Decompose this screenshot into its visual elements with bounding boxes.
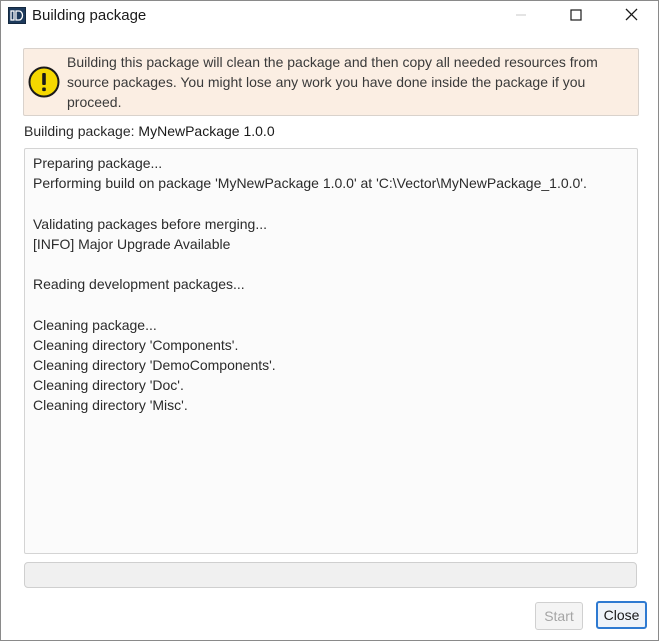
- log-line: Cleaning directory 'Components'.: [33, 336, 239, 353]
- package-label: Building package: MyNewPackage 1.0.0: [24, 123, 275, 139]
- close-icon: [625, 8, 638, 24]
- log-line: Cleaning directory 'DemoComponents'.: [33, 356, 276, 373]
- warning-icon: [28, 66, 60, 98]
- log-line: Cleaning package...: [33, 316, 157, 333]
- log-line: Performing build on package 'MyNewPackag…: [33, 175, 587, 192]
- package-name: MyNewPackage 1.0.0: [138, 123, 275, 139]
- log-line: Cleaning directory 'Doc'.: [33, 377, 184, 394]
- build-package-dialog: Building package Building this package w…: [0, 0, 659, 641]
- maximize-icon: [570, 8, 582, 24]
- warning-line: Building this package will clean the pac…: [67, 54, 598, 70]
- build-progress-bar: [24, 562, 637, 588]
- log-line: Preparing package...: [33, 155, 163, 171]
- minimize-icon: [515, 8, 527, 24]
- warning-line: proceed.: [67, 94, 122, 110]
- maximize-button[interactable]: [553, 1, 599, 31]
- log-line: Reading development packages...: [33, 276, 245, 293]
- start-button[interactable]: Start: [535, 602, 583, 630]
- log-line: [INFO] Major Upgrade Available: [33, 235, 231, 252]
- close-button[interactable]: Close: [596, 601, 647, 629]
- log-line: Validating packages before merging...: [33, 215, 267, 232]
- log-lines: Preparing package... Performing build on…: [33, 153, 631, 415]
- window-close-button[interactable]: [608, 1, 654, 31]
- warning-message: Building this package will clean the pac…: [67, 52, 627, 112]
- build-log[interactable]: Preparing package... Performing build on…: [24, 148, 638, 554]
- package-label-text: Building package:: [24, 123, 135, 139]
- window-title: Building package: [32, 7, 147, 24]
- warning-banner: Building this package will clean the pac…: [23, 48, 639, 116]
- log-line: Cleaning directory 'Misc'.: [33, 397, 188, 414]
- minimize-button[interactable]: [498, 1, 544, 31]
- title-bar[interactable]: Building package: [1, 1, 658, 31]
- package-app-icon: [8, 7, 26, 24]
- warning-line: source packages. You might lose any work…: [67, 74, 586, 90]
